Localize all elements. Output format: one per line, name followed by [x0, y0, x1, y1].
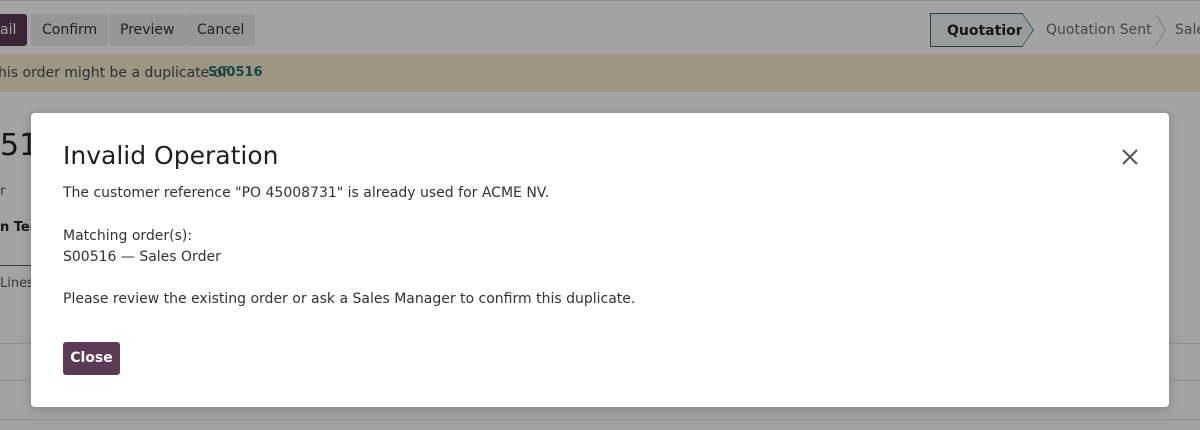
- dialog-message-matching-order: S00516 — Sales Order: [63, 249, 221, 265]
- close-button[interactable]: Close: [63, 342, 120, 375]
- dialog-title: Invalid Operation: [63, 141, 279, 170]
- close-icon[interactable]: [1120, 147, 1140, 167]
- dialog-message-instructions: Please review the existing order or ask …: [63, 291, 636, 307]
- dialog-message-reference: The customer reference "PO 45008731" is …: [63, 185, 550, 201]
- dialog-message-matching-label: Matching order(s):: [63, 228, 193, 244]
- invalid-operation-dialog: Invalid Operation The customer reference…: [31, 113, 1169, 407]
